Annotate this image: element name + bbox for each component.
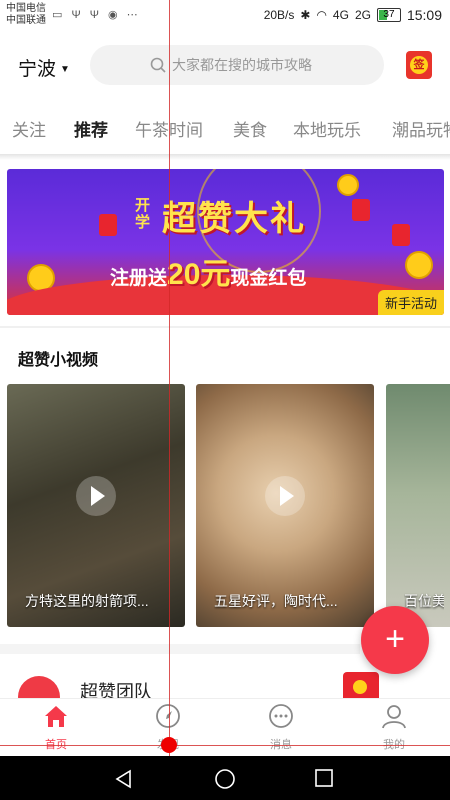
banner-sub-prefix: 注册送 (110, 268, 168, 289)
system-nav-bar (0, 756, 450, 800)
nav-label: 消息 (270, 739, 292, 751)
bottom-nav: 首页 发现 消息 我的 (0, 698, 450, 757)
search-icon (150, 57, 166, 73)
carrier-2: 中国联通 (6, 15, 46, 26)
tabs-shadow (0, 154, 450, 160)
video-caption: 百位美 (404, 593, 444, 609)
banner-title: 超赞大礼 (162, 200, 306, 238)
coin-icon (405, 251, 433, 279)
play-icon (265, 475, 305, 516)
user-icon (382, 705, 406, 729)
status-right: 20B/s ✱ ◠ 4G 2G 37 15:09 (264, 7, 442, 23)
banner-subtitle: 注册送20元现金红包 (110, 249, 306, 293)
video-card[interactable]: 五星好评，陶时代... (196, 384, 374, 627)
touch-guide-horizontal (0, 745, 450, 746)
promo-banner[interactable]: 开学 超赞大礼 注册送20元现金红包 新手活动 (7, 169, 444, 315)
checkin-button[interactable]: 签 (406, 51, 432, 79)
back-icon[interactable] (113, 768, 135, 790)
category-tabs: 关注 推荐 午茶时间 美食 本地玩乐 潮品玩物 (0, 112, 450, 152)
battery-icon: 37 (376, 8, 401, 22)
coin-icon (337, 174, 359, 196)
video-card[interactable]: 百位美 (386, 384, 450, 627)
play-icon (76, 475, 116, 516)
nav-label: 我的 (383, 739, 405, 751)
carrier-1: 中国电信 (6, 3, 46, 14)
red-envelope-icon (99, 214, 117, 236)
video-caption: 方特这里的射箭项... (25, 593, 149, 609)
nav-label: 首页 (45, 739, 67, 751)
banner-amount: 20元 (167, 258, 231, 291)
section-divider (0, 326, 450, 328)
message-icon (269, 704, 293, 728)
city-selector[interactable]: 宁波 ▼ (18, 54, 70, 81)
search-placeholder: 大家都在搜的城市攻略 (172, 57, 312, 73)
red-envelope-icon (392, 224, 410, 246)
caret-down-icon: ▼ (60, 64, 70, 76)
bluetooth-icon: ✱ (300, 8, 311, 22)
home-button-icon[interactable] (214, 768, 236, 790)
feed-divider (0, 644, 360, 654)
battery-level: 37 (383, 9, 395, 20)
search-bar[interactable]: 大家都在搜的城市攻略 (90, 45, 384, 85)
signal-4g: 4G (332, 8, 349, 22)
tab-trendy[interactable]: 潮品玩物 (392, 116, 450, 141)
banner-tag: 开学 (135, 197, 151, 231)
recents-icon[interactable] (314, 768, 334, 788)
tab-follow[interactable]: 关注 (12, 116, 46, 141)
video-card[interactable]: 方特这里的射箭项... (7, 384, 185, 627)
notification-icons: ▭ Ψ Ψ ◉ ⋯ (52, 9, 141, 21)
tab-recommend[interactable]: 推荐 (74, 116, 108, 141)
app-header: 宁波 ▼ 大家都在搜的城市攻略 签 (0, 40, 450, 90)
checkin-icon: 签 (410, 56, 428, 74)
clock: 15:09 (406, 7, 442, 23)
city-name: 宁波 (18, 59, 57, 80)
add-post-button[interactable]: + (361, 606, 429, 674)
status-bar: 中国电信 中国联通 ▭ Ψ Ψ ◉ ⋯ 20B/s ✱ ◠ 4G 2G 37 1… (0, 0, 450, 32)
wifi-icon: ◠ (316, 8, 327, 22)
tab-food[interactable]: 美食 (233, 116, 267, 141)
section-title: 超赞小视频 (18, 352, 99, 369)
banner-sub-suffix: 现金红包 (230, 268, 307, 289)
network-speed: 20B/s (263, 8, 295, 22)
touch-guide-vertical (169, 0, 170, 756)
signal-2g: 2G (354, 8, 371, 22)
red-envelope-icon (352, 199, 370, 221)
home-icon (45, 706, 67, 727)
compass-icon (156, 704, 180, 728)
video-caption: 五星好评，陶时代... (214, 593, 338, 609)
tab-local-fun[interactable]: 本地玩乐 (293, 116, 361, 141)
new-user-badge: 新手活动 (377, 290, 444, 315)
touch-point-indicator (161, 737, 177, 753)
carrier-names: 中国电信 中国联通 (6, 3, 46, 27)
